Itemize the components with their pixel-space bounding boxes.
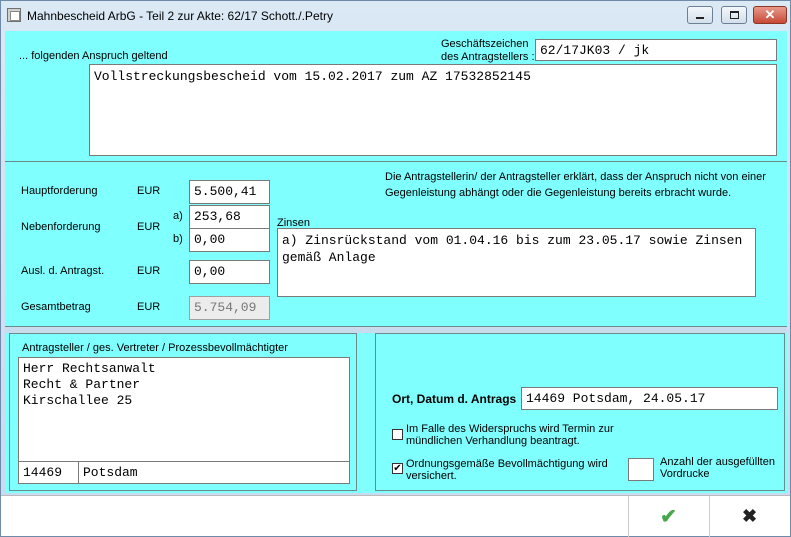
reference-label-line2: des Antragstellers : xyxy=(441,51,535,63)
gesamtbetrag-value: 5.754,09 xyxy=(189,296,270,320)
auslagen-input[interactable]: 0,00 xyxy=(189,260,270,284)
place-date-label: Ort, Datum d. Antrags xyxy=(392,392,517,406)
reference-label-line1: Geschäftszeichen xyxy=(441,38,529,50)
reference-input[interactable]: 62/17JK03 / jk xyxy=(535,39,777,61)
check-icon: ✔ xyxy=(660,506,677,528)
nebenforderung-a-label: a) xyxy=(173,210,183,222)
claim-heading: ... folgenden Anspruch geltend xyxy=(19,50,168,62)
nebenforderung-b-input[interactable]: 0,00 xyxy=(189,228,270,252)
nebenforderung-b-label: b) xyxy=(173,233,183,245)
action-bar: ✔ ✖ xyxy=(1,495,790,537)
gesamtbetrag-currency: EUR xyxy=(137,301,161,313)
hauptforderung-currency: EUR xyxy=(137,185,161,197)
termin-checkbox[interactable] xyxy=(392,429,403,440)
options-panel: Ort, Datum d. Antrags 14469 Potsdam, 24.… xyxy=(375,333,785,491)
close-button[interactable]: ✕ xyxy=(753,6,787,24)
hauptforderung-label: Hauptforderung xyxy=(21,185,98,197)
applicant-panel: Antragsteller / ges. Vertreter / Prozess… xyxy=(9,333,357,491)
minimize-button[interactable] xyxy=(687,6,713,24)
zinsen-textarea[interactable]: a) Zinsrückstand vom 01.04.16 bis zum 23… xyxy=(277,228,756,297)
applicant-address-textarea[interactable]: Herr Rechtsanwalt Recht & Partner Kirsch… xyxy=(18,357,350,464)
vordrucke-count-label: Anzahl der ausgefüllten Vordrucke xyxy=(660,456,775,480)
place-date-input[interactable]: 14469 Potsdam, 24.05.17 xyxy=(521,387,778,410)
nebenforderung-label: Nebenforderung xyxy=(21,221,101,233)
gesamtbetrag-label: Gesamtbetrag xyxy=(21,301,91,313)
applicant-heading: Antragsteller / ges. Vertreter / Prozess… xyxy=(22,342,288,354)
statement-text: Die Antragstellerin/ der Antragsteller e… xyxy=(385,171,766,199)
nebenforderung-a-input[interactable]: 253,68 xyxy=(189,205,270,229)
hauptforderung-input[interactable]: 5.500,41 xyxy=(189,180,270,204)
auslagen-label: Ausl. d. Antragst. xyxy=(21,265,105,277)
minimize-icon xyxy=(696,16,704,19)
vordrucke-count-input[interactable] xyxy=(628,458,654,481)
maximize-button[interactable] xyxy=(721,6,747,24)
app-icon xyxy=(7,8,21,22)
dialog-window: Mahnbescheid ArbG - Teil 2 zur Akte: 62/… xyxy=(0,0,791,537)
title-bar[interactable]: Mahnbescheid ArbG - Teil 2 zur Akte: 62/… xyxy=(1,1,790,29)
window-title: Mahnbescheid ArbG - Teil 2 zur Akte: 62/… xyxy=(27,9,333,23)
divider xyxy=(5,161,787,162)
checkmark-icon: ✔ xyxy=(393,463,402,474)
auslagen-currency: EUR xyxy=(137,265,161,277)
claim-textarea[interactable]: Vollstreckungsbescheid vom 15.02.2017 zu… xyxy=(89,64,777,156)
nebenforderung-currency: EUR xyxy=(137,221,161,233)
cross-icon: ✖ xyxy=(741,506,758,526)
vollmacht-checkbox[interactable]: ✔ xyxy=(392,463,403,474)
close-icon: ✕ xyxy=(764,7,776,22)
form-area: ... folgenden Anspruch geltend Geschäfts… xyxy=(5,31,787,493)
vollmacht-checkbox-label: Ordnungsgemäße Bevollmächtigung wird ver… xyxy=(406,458,608,482)
cancel-button[interactable]: ✖ xyxy=(709,496,789,537)
maximize-icon xyxy=(729,11,739,19)
applicant-zip-input[interactable]: 14469 xyxy=(18,461,79,484)
applicant-city-input[interactable]: Potsdam xyxy=(78,461,350,484)
ok-button[interactable]: ✔ xyxy=(628,496,708,537)
termin-checkbox-label: Im Falle des Widerspruchs wird Termin zu… xyxy=(406,423,614,447)
